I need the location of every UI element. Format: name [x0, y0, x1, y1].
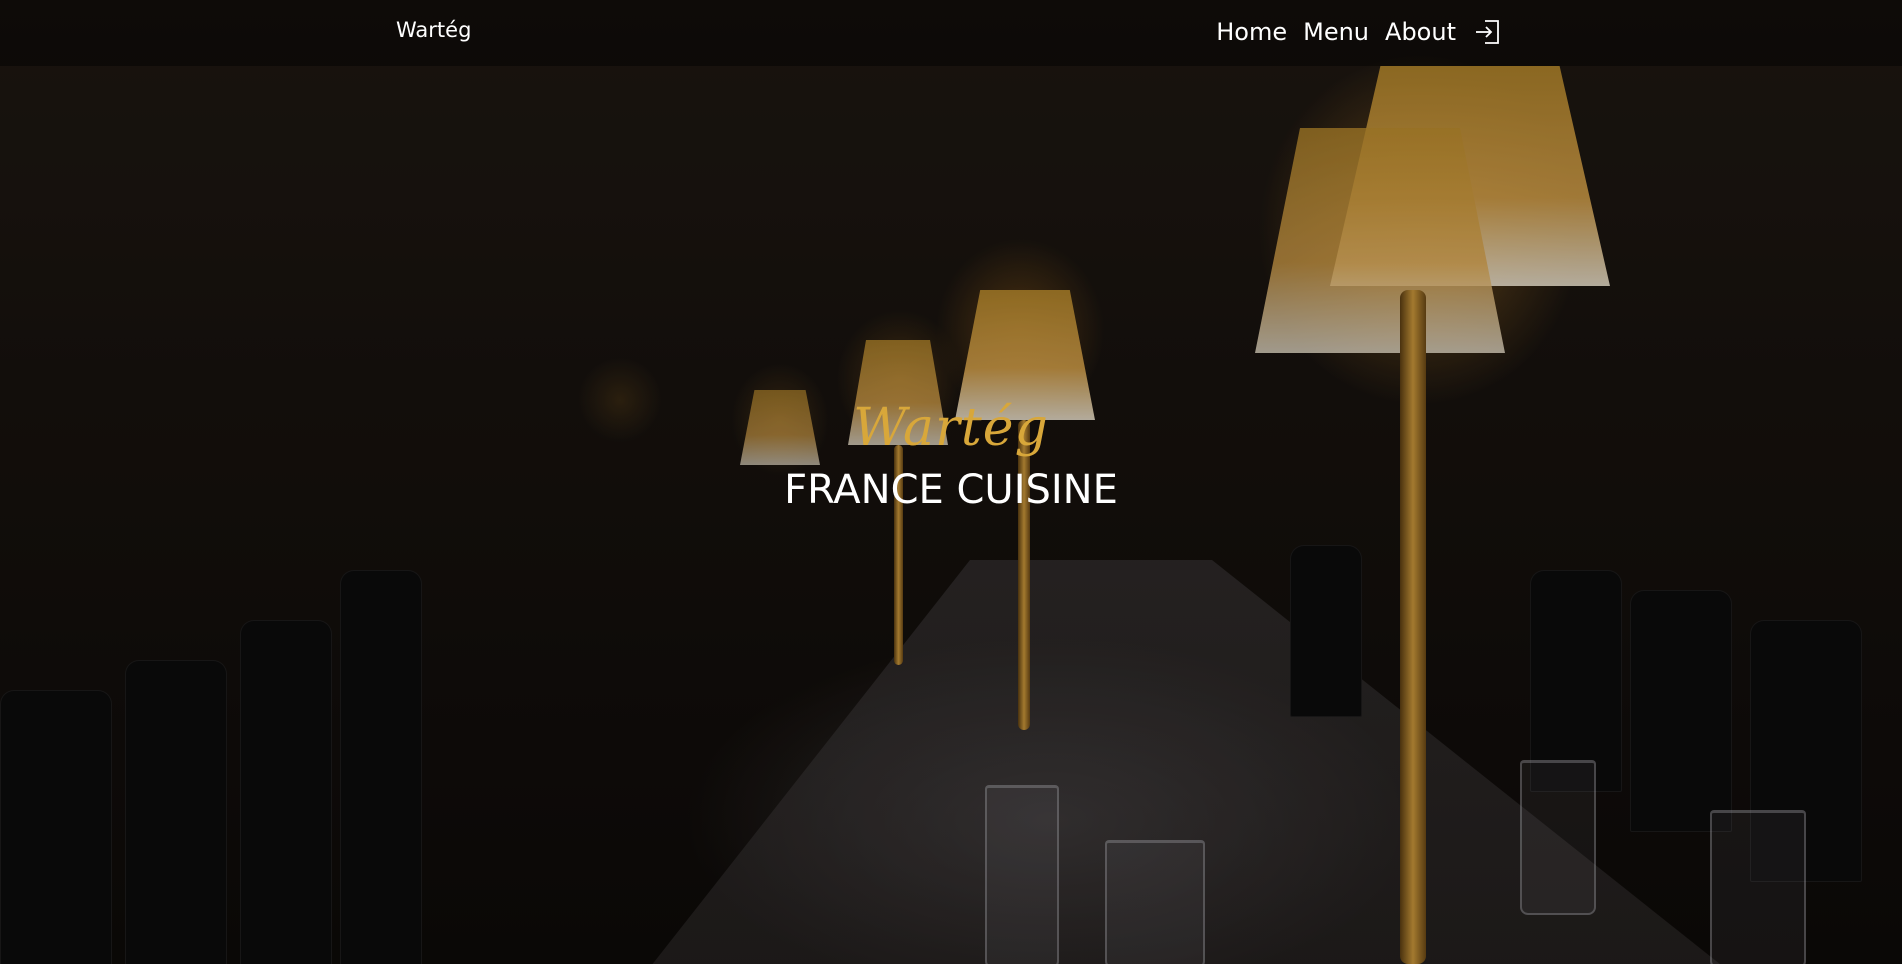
hero-heading: Wartég FRANCE CUISINE: [0, 396, 1902, 518]
hero-script-title: Wartég: [853, 398, 1049, 458]
brand-logo[interactable]: Wartég: [396, 18, 471, 42]
top-navbar: Wartég Home Menu About: [0, 0, 1902, 66]
hero-main-title: FRANCE CUISINE: [784, 467, 1118, 513]
nav-link-menu[interactable]: Menu: [1303, 14, 1369, 50]
hero-section: Wartég Home Menu About Wartég FRANCE CUI…: [0, 0, 1902, 964]
nav-links: Home Menu About: [1216, 14, 1502, 50]
nav-link-about[interactable]: About: [1385, 14, 1456, 50]
nav-link-home[interactable]: Home: [1216, 14, 1287, 50]
login-icon[interactable]: [1474, 18, 1502, 46]
